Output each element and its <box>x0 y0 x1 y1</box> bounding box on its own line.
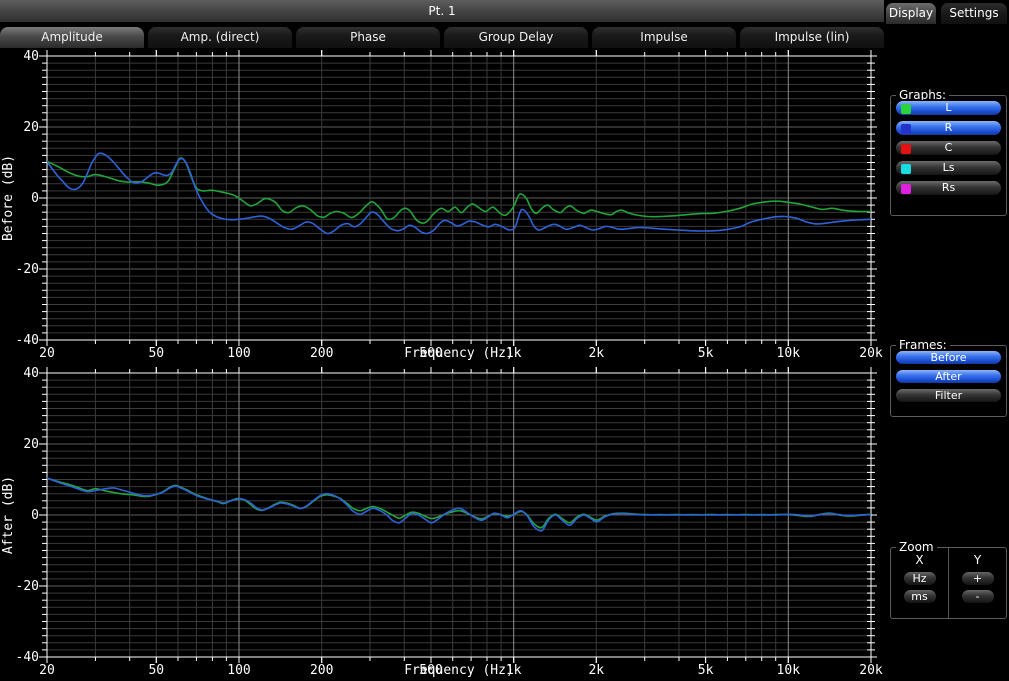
svg-text:100: 100 <box>227 663 250 678</box>
view-tab-bar: Amplitude Amp. (direct) Phase Group Dela… <box>0 27 884 48</box>
svg-text:20: 20 <box>23 437 39 452</box>
svg-text:50: 50 <box>148 346 164 361</box>
svg-text:10k: 10k <box>777 663 801 678</box>
zoom-x-ms-button[interactable]: ms <box>903 589 937 604</box>
channel-rs-color-swatch-icon <box>901 184 911 194</box>
svg-text:20k: 20k <box>859 346 883 361</box>
graph-button-ls-label: Ls <box>943 161 955 174</box>
channel-c-color-swatch-icon <box>901 144 911 154</box>
svg-text:5k: 5k <box>698 663 714 678</box>
graph-button-ls[interactable]: Ls <box>895 160 1002 176</box>
zoom-y-minus-button[interactable]: - <box>961 589 995 604</box>
svg-text:20: 20 <box>39 346 55 361</box>
svg-text:20: 20 <box>39 663 55 678</box>
channel-l-color-swatch-icon <box>901 104 911 114</box>
svg-text:0: 0 <box>31 191 39 206</box>
svg-text:50: 50 <box>148 663 164 678</box>
graph-button-c-label: C <box>945 141 953 154</box>
svg-text:2k: 2k <box>588 346 604 361</box>
svg-text:2k: 2k <box>588 663 604 678</box>
side-tab-bar: Display Settings <box>886 3 1007 24</box>
frames-group: Frames: Before After Filter <box>890 345 1007 417</box>
svg-text:After (dB): After (dB) <box>1 476 16 554</box>
zoom-x-hz-button[interactable]: Hz <box>903 571 937 586</box>
svg-text:100: 100 <box>227 346 250 361</box>
tab-amplitude[interactable]: Amplitude <box>0 27 144 48</box>
before-plot[interactable]: 40200-20-40Before (dB)20501002005001k2k5… <box>0 48 884 366</box>
graph-button-l[interactable]: L <box>895 100 1002 116</box>
graph-button-c[interactable]: C <box>895 140 1002 156</box>
zoom-group-label: Zoom <box>896 540 937 554</box>
zoom-x-label: X <box>891 552 948 568</box>
zoom-y-column: Y + - <box>949 548 1006 618</box>
svg-text:Frequency (Hz): Frequency (Hz) <box>404 663 514 678</box>
svg-text:-40: -40 <box>16 650 39 665</box>
svg-text:-20: -20 <box>16 262 39 277</box>
tab-impulse[interactable]: Impulse <box>592 27 736 48</box>
channel-ls-color-swatch-icon <box>901 164 911 174</box>
svg-text:-20: -20 <box>16 579 39 594</box>
graph-button-l-label: L <box>945 101 951 114</box>
zoom-y-plus-button[interactable]: + <box>961 571 995 586</box>
svg-text:0: 0 <box>31 508 39 523</box>
svg-text:40: 40 <box>23 49 39 64</box>
tab-amp-direct[interactable]: Amp. (direct) <box>148 27 292 48</box>
frame-button-before[interactable]: Before <box>895 350 1002 365</box>
svg-text:200: 200 <box>310 663 333 678</box>
svg-text:40: 40 <box>23 366 39 381</box>
svg-text:200: 200 <box>310 346 333 361</box>
zoom-group: Zoom X Hz ms Y + - <box>890 547 1007 619</box>
tab-settings[interactable]: Settings <box>941 3 1007 24</box>
frame-button-after[interactable]: After <box>895 369 1002 384</box>
svg-text:-40: -40 <box>16 333 39 348</box>
tab-phase[interactable]: Phase <box>296 27 440 48</box>
zoom-x-column: X Hz ms <box>891 548 949 618</box>
zoom-y-label: Y <box>949 552 1006 568</box>
graph-button-rs[interactable]: Rs <box>895 180 1002 196</box>
tab-group-delay[interactable]: Group Delay <box>444 27 588 48</box>
graph-button-r[interactable]: R <box>895 120 1002 136</box>
svg-text:Before (dB): Before (dB) <box>1 155 16 241</box>
svg-text:10k: 10k <box>777 346 801 361</box>
after-plot[interactable]: 40200-20-40After (dB)20501002005001k2k5k… <box>0 366 884 681</box>
tab-display[interactable]: Display <box>886 3 936 24</box>
channel-r-color-swatch-icon <box>901 124 911 134</box>
page-title: Pt. 1 <box>428 4 455 18</box>
app-window: Pt. 1 Amplitude Amp. (direct) Phase Grou… <box>0 0 1009 681</box>
graphs-group: Graphs: L R C Ls Rs <box>890 95 1007 216</box>
svg-text:20: 20 <box>23 120 39 135</box>
svg-text:20k: 20k <box>859 663 883 678</box>
svg-text:5k: 5k <box>698 346 714 361</box>
frame-button-filter[interactable]: Filter <box>895 388 1002 403</box>
svg-text:Frequency (Hz): Frequency (Hz) <box>404 346 514 361</box>
graph-button-rs-label: Rs <box>942 181 955 194</box>
title-bar: Pt. 1 <box>0 0 884 22</box>
tab-impulse-lin[interactable]: Impulse (lin) <box>740 27 884 48</box>
graph-button-r-label: R <box>945 121 953 134</box>
